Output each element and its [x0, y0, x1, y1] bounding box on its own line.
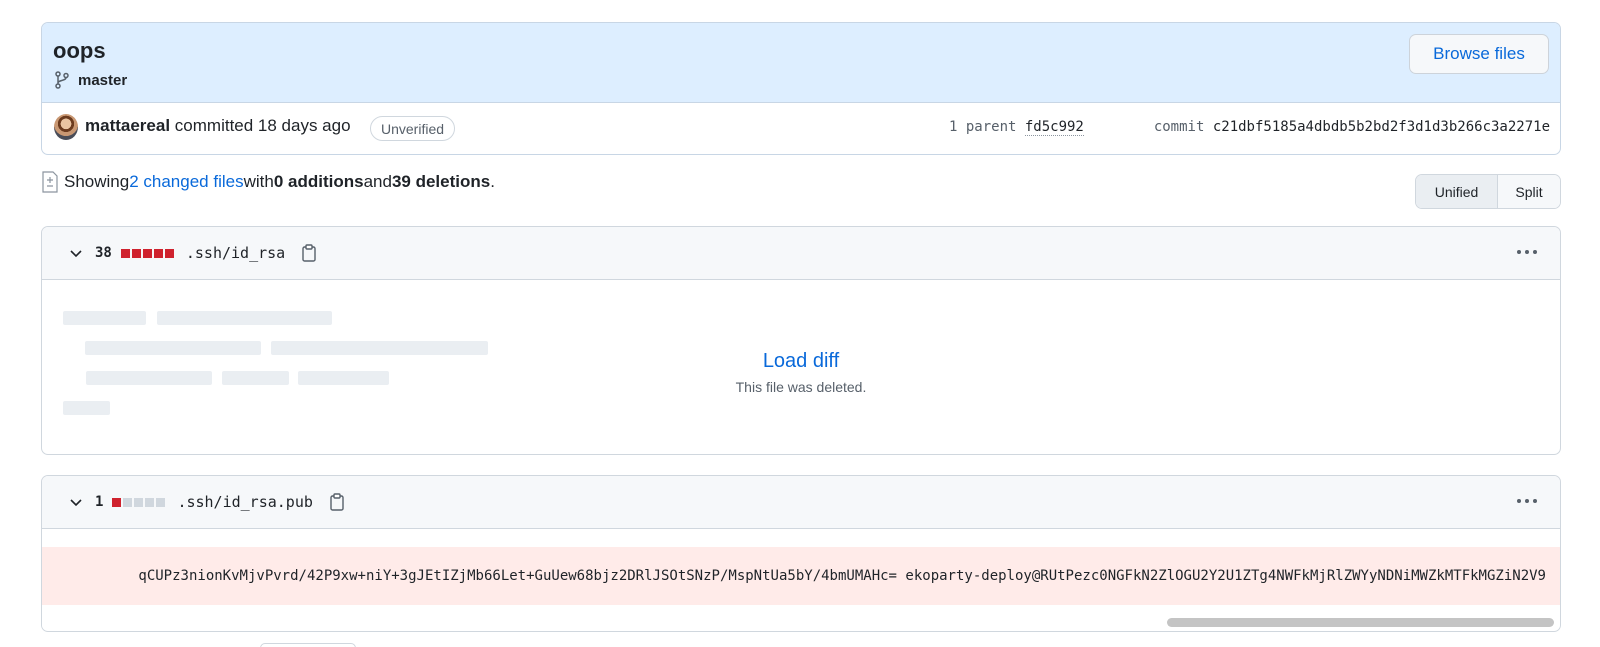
diffstat-block	[123, 497, 133, 507]
diffstat-block	[164, 248, 174, 258]
branch-label[interactable]: master	[54, 71, 127, 89]
horizontal-scrollbar[interactable]	[1167, 618, 1554, 627]
diffstat-block	[156, 497, 166, 507]
file-diff-id-rsa-pub: 1 .ssh/id_rsa.pub qCUPz3nionKvMjvPvrd/42…	[41, 475, 1561, 632]
unified-button[interactable]: Unified	[1416, 175, 1498, 208]
change-count: 38	[95, 245, 112, 261]
diffstat-block	[120, 248, 130, 258]
author-link[interactable]: mattaereal	[85, 116, 170, 135]
kebab-menu-icon[interactable]	[1516, 495, 1538, 507]
file-header: 1 .ssh/id_rsa.pub	[42, 476, 1560, 529]
commit-box: oops master Browse files mattaereal comm…	[41, 22, 1561, 155]
diffstat-blocks	[112, 497, 166, 507]
diffstat-block	[112, 497, 122, 507]
diffstat-block	[142, 248, 152, 258]
diff-code-area: qCUPz3nionKvMjvPvrd/42P9xw+niY+3gJEtIZjM…	[42, 529, 1560, 630]
browse-files-button[interactable]: Browse files	[1409, 34, 1549, 74]
load-diff-link[interactable]: Load diff	[42, 350, 1560, 373]
commit-sha: c21dbf5185a4dbdb5b2bd2f3d1d3b266c3a2271e	[1212, 119, 1550, 135]
summary-prefix: Showing	[64, 172, 130, 191]
parent-sha-link[interactable]: fd5c992	[1024, 119, 1084, 136]
diffstat-block	[134, 497, 144, 507]
split-button[interactable]: Split	[1498, 175, 1560, 208]
partial-button[interactable]	[260, 643, 356, 647]
skeleton-line	[157, 311, 332, 325]
diff-placeholder: Load diff This file was deleted.	[42, 280, 1560, 454]
skeleton-line	[63, 401, 110, 415]
commit-action: committed 18 days ago	[170, 116, 351, 135]
branch-name: master	[78, 71, 128, 89]
file-diff-icon	[42, 171, 58, 193]
changed-files-link[interactable]: 2 changed files	[129, 172, 243, 192]
summary-and: and	[363, 172, 392, 191]
chevron-down-icon[interactable]	[69, 495, 83, 509]
commit-title: oops	[53, 38, 106, 63]
diffstat-block	[145, 497, 155, 507]
chevron-down-icon[interactable]	[69, 246, 83, 260]
verification-badge[interactable]: Unverified	[370, 116, 456, 141]
file-header: 38 .ssh/id_rsa	[42, 227, 1560, 280]
diff-view-toggle: Unified Split	[1415, 174, 1561, 209]
change-count: 1	[95, 494, 104, 510]
avatar[interactable]	[54, 114, 78, 140]
commit-meta: mattaereal committed 18 days ago Unverif…	[42, 103, 1560, 154]
parent-info: 1 parent fd5c992	[949, 119, 1084, 136]
commit-label: commit	[1153, 119, 1213, 135]
summary-with: with	[243, 172, 274, 191]
file-deleted-note: This file was deleted.	[735, 379, 867, 395]
git-branch-icon	[55, 71, 69, 89]
file-name-link[interactable]: .ssh/id_rsa.pub	[177, 493, 312, 511]
diffstat-blocks	[120, 248, 174, 258]
commit-header: oops master Browse files	[42, 23, 1560, 103]
commit-sha-info: commit c21dbf5185a4dbdb5b2bd2f3d1d3b266c…	[1154, 119, 1550, 135]
parent-label: 1 parent	[949, 119, 1025, 135]
copy-icon[interactable]	[329, 493, 345, 511]
deletions-count: 39 deletions	[391, 172, 491, 191]
file-name-link[interactable]: .ssh/id_rsa	[186, 244, 285, 262]
file-diff-id-rsa: 38 .ssh/id_rsa Load diff This file was d…	[41, 226, 1561, 455]
diff-summary: Showing 2 changed files with 0 additions…	[41, 171, 495, 193]
summary-suffix: .	[490, 172, 495, 191]
additions-count: 0 additions	[273, 172, 364, 191]
copy-icon[interactable]	[301, 244, 317, 262]
commit-author-line: mattaereal committed 18 days ago	[85, 116, 351, 136]
deleted-code-line: qCUPz3nionKvMjvPvrd/42P9xw+niY+3gJEtIZjM…	[42, 547, 1560, 605]
skeleton-line	[63, 311, 146, 325]
code-text: qCUPz3nionKvMjvPvrd/42P9xw+niY+3gJEtIZjM…	[138, 568, 1546, 584]
diffstat-block	[131, 248, 141, 258]
diffstat-block	[153, 248, 163, 258]
kebab-menu-icon[interactable]	[1516, 246, 1538, 258]
